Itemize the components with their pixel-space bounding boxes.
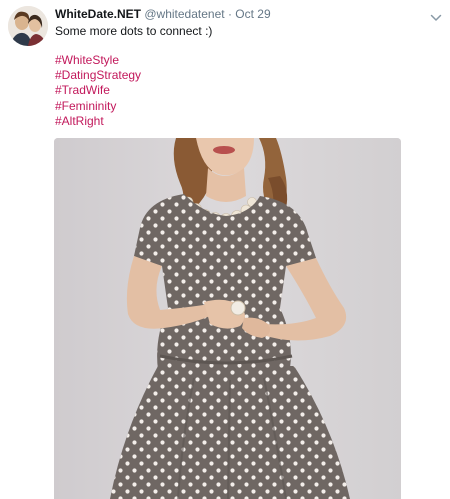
display-name[interactable]: WhiteDate.NET (55, 7, 141, 21)
chevron-down-icon-glyph (430, 14, 442, 21)
dress-photo (54, 138, 401, 499)
tweet-photo[interactable] (54, 138, 401, 499)
hashtag-link[interactable]: #DatingStrategy (55, 68, 141, 83)
timestamp[interactable]: Oct 29 (235, 7, 270, 21)
tweet-card: WhiteDate.NET @whitedatenet · Oct 29 Som… (0, 0, 450, 499)
hashtag-link[interactable]: #TradWife (55, 83, 141, 98)
avatar[interactable] (8, 6, 48, 46)
user-handle[interactable]: @whitedatenet (144, 7, 224, 21)
tweet-header: WhiteDate.NET @whitedatenet · Oct 29 (55, 7, 420, 22)
hashtag-list: #WhiteStyle #DatingStrategy #TradWife #F… (55, 53, 141, 129)
chevron-down-icon[interactable] (430, 10, 442, 21)
separator-dot: · (227, 7, 232, 21)
tweet-text: Some more dots to connect :) (55, 24, 213, 38)
hashtag-link[interactable]: #Femininity (55, 99, 141, 114)
hashtag-link[interactable]: #WhiteStyle (55, 53, 141, 68)
avatar-photo (8, 6, 48, 46)
hashtag-link[interactable]: #AltRight (55, 114, 141, 129)
